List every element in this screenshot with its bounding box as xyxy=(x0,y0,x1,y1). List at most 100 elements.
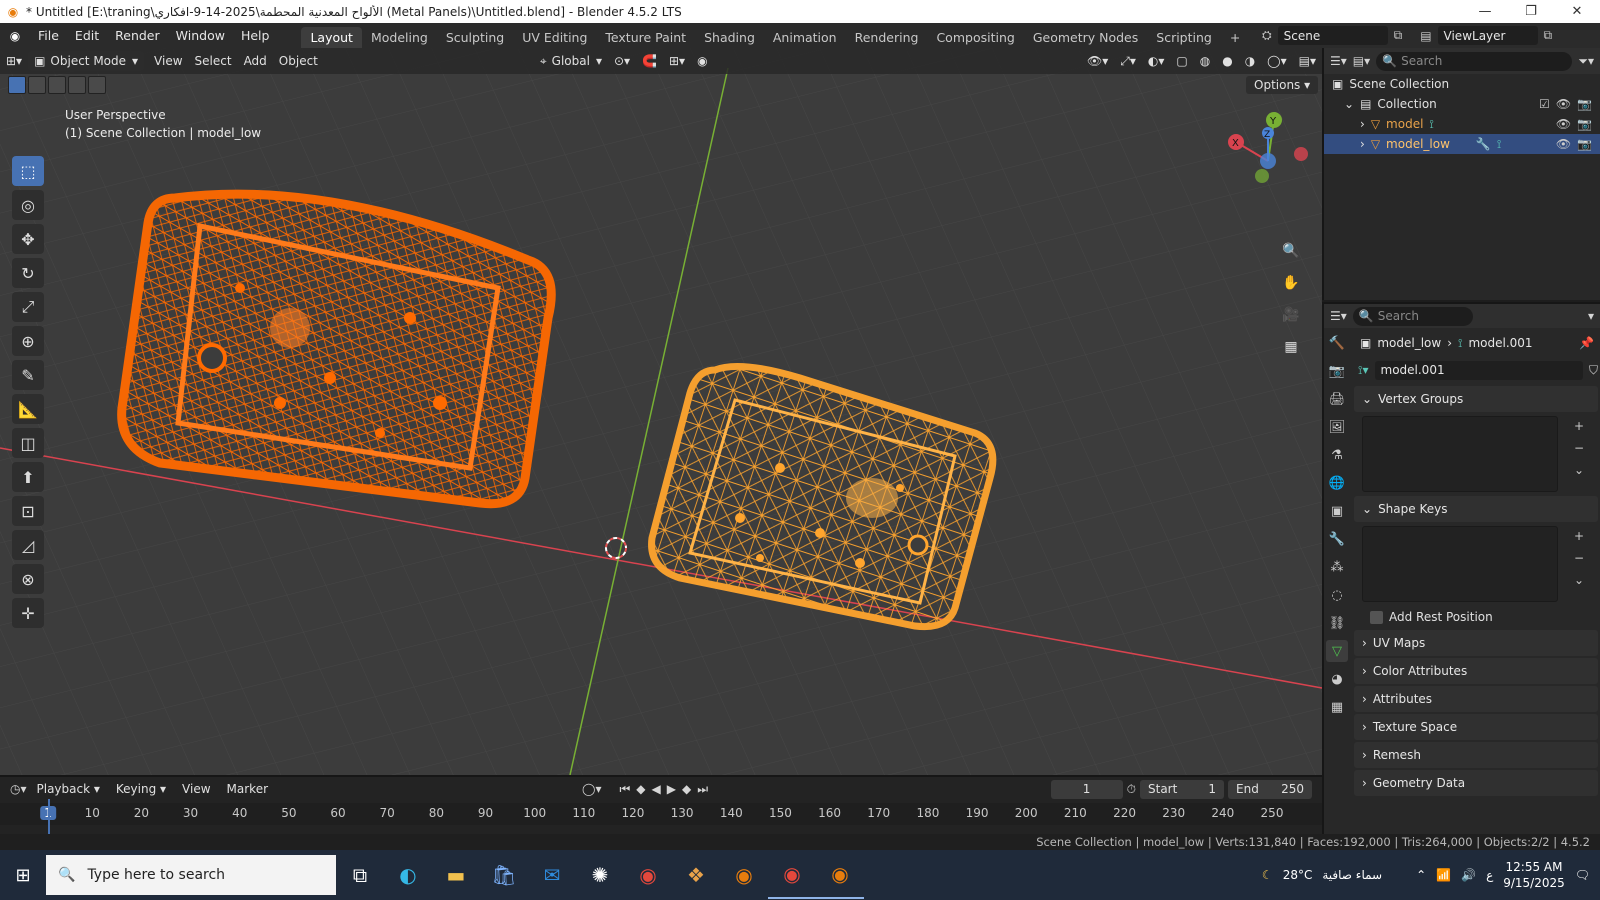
panel-texture-space[interactable]: › Texture Space xyxy=(1354,714,1598,740)
weather-moon-icon[interactable]: ☾ xyxy=(1262,868,1273,882)
jump-start-icon[interactable]: ⏮ xyxy=(619,782,636,796)
eye-icon[interactable]: 👁 xyxy=(1556,97,1571,111)
constraints-tab-icon[interactable]: ⛓ xyxy=(1326,612,1348,634)
camera-icon[interactable]: 📷 xyxy=(1577,137,1592,151)
tab-compositing[interactable]: Compositing xyxy=(927,27,1023,48)
camera-icon[interactable]: 📷 xyxy=(1577,117,1592,131)
camera-view-icon[interactable]: 🎥 xyxy=(1278,302,1304,328)
current-frame-field[interactable]: 1 xyxy=(1050,779,1123,799)
play-icon[interactable]: ▶ xyxy=(667,782,682,796)
material-tab-icon[interactable]: ◕ xyxy=(1326,668,1348,690)
gizmo-toggle-icon[interactable]: ⤢▾ xyxy=(1114,51,1142,71)
overlays-icon[interactable]: ◐▾ xyxy=(1142,51,1171,71)
spin-icon[interactable]: ⊗ xyxy=(12,564,44,594)
add-rest-position-checkbox[interactable] xyxy=(1370,610,1383,624)
show-hidden-icons-icon[interactable]: ⌃ xyxy=(1416,868,1426,882)
menu-select[interactable]: Select xyxy=(189,51,238,71)
tab-rendering[interactable]: Rendering xyxy=(846,27,928,48)
eye-icon[interactable]: 👁 xyxy=(1556,117,1571,131)
perspective-toggle-icon[interactable]: ▦ xyxy=(1278,334,1304,360)
xray-icon[interactable]: ▢ xyxy=(1170,51,1193,71)
tab-shading[interactable]: Shading xyxy=(695,27,764,48)
language-indicator[interactable]: ع xyxy=(1486,868,1493,882)
tab-scripting[interactable]: Scripting xyxy=(1147,27,1221,48)
editor-type-icon[interactable]: ⊞▾ xyxy=(0,51,28,71)
remove-icon[interactable]: − xyxy=(1569,549,1589,567)
panel-geometry-data[interactable]: › Geometry Data xyxy=(1354,770,1598,796)
outliner-editor-icon[interactable]: ☰▾ xyxy=(1330,54,1347,68)
select-invert-icon[interactable] xyxy=(68,76,86,94)
viewport-canvas[interactable]: X Y Z xyxy=(0,48,1322,775)
chatgpt-icon[interactable]: ✺ xyxy=(576,851,624,899)
tab-sculpting[interactable]: Sculpting xyxy=(437,27,513,48)
tab-layout[interactable]: Layout xyxy=(301,27,362,48)
volume-icon[interactable]: 🔊 xyxy=(1461,868,1476,882)
panel-attributes[interactable]: › Attributes xyxy=(1354,686,1598,712)
menu-add[interactable]: Add xyxy=(238,51,273,71)
transform-gizmo-icon[interactable]: ✛ xyxy=(12,598,44,628)
frame-ruler[interactable]: 1102030405060708090100110120130140150160… xyxy=(0,803,1322,825)
3d-viewport[interactable]: X Y Z ⊞▾ ▣ Object Mode ▾ View Select Add… xyxy=(0,48,1322,775)
timeline-editor-icon[interactable]: ◷▾ xyxy=(10,782,27,796)
chrome-open-icon[interactable]: ◉ xyxy=(768,851,816,899)
menu-edit[interactable]: Edit xyxy=(67,23,107,48)
modifier-tab-icon[interactable]: 🔧 xyxy=(1326,528,1348,550)
particles-tab-icon[interactable]: ⁂ xyxy=(1326,556,1348,578)
add-cube-icon[interactable]: ◫ xyxy=(12,428,44,458)
scale-icon[interactable]: ⤢ xyxy=(12,292,44,322)
fake-user-shield-icon[interactable]: ⛉ xyxy=(1589,363,1598,378)
minimize-button[interactable]: — xyxy=(1462,0,1508,23)
mode-dropdown[interactable]: ▣ Object Mode ▾ xyxy=(28,51,145,71)
object-tab-icon[interactable]: ▣ xyxy=(1326,500,1348,522)
edge-browser-icon[interactable]: ◐ xyxy=(384,851,432,899)
scene-field[interactable]: Scene xyxy=(1277,26,1388,45)
snap-icon[interactable]: 🧲 xyxy=(636,51,663,71)
sidebar-toggle-icon[interactable]: ▤▾ xyxy=(1293,51,1322,71)
shading-wireframe-icon[interactable]: ◍ xyxy=(1194,51,1216,71)
weather-desc[interactable]: سماء صافية xyxy=(1322,868,1382,882)
camera-icon[interactable]: 📷 xyxy=(1577,97,1592,111)
filter-icon[interactable]: ⏷▾ xyxy=(1578,54,1594,69)
menu-view[interactable]: View xyxy=(148,51,188,71)
select-new-icon[interactable] xyxy=(8,76,26,94)
move-icon[interactable]: ✥ xyxy=(12,224,44,254)
notifications-icon[interactable]: 🗨 xyxy=(1575,868,1590,882)
shape-keys-list[interactable]: + − ⌄ xyxy=(1362,526,1584,602)
next-keyframe-icon[interactable]: ◆ xyxy=(682,782,697,796)
shear-icon[interactable]: ◿ xyxy=(12,530,44,560)
properties-editor-icon[interactable]: ☰▾ xyxy=(1330,309,1347,323)
outliner-item-model[interactable]: › ▽ model ⟟ 👁 📷 xyxy=(1324,114,1600,134)
outliner-item-model-low[interactable]: › ▽ model_low 🔧 ⟟ 👁 📷 xyxy=(1324,134,1600,154)
outliner-search-input[interactable]: 🔍 Search xyxy=(1376,51,1573,71)
pivot-icon[interactable]: ⊙▾ xyxy=(608,51,636,71)
weather-temp[interactable]: 28°C xyxy=(1283,868,1313,882)
panel-shape-keys[interactable]: ⌄ Shape Keys xyxy=(1354,496,1598,522)
play-reverse-icon[interactable]: ◀ xyxy=(652,782,667,796)
display-mode-icon[interactable]: ▤▾ xyxy=(1353,54,1370,68)
eye-icon[interactable]: 👁 xyxy=(1556,137,1571,151)
add-rest-position-row[interactable]: Add Rest Position xyxy=(1354,606,1598,628)
view-layer-tab-icon[interactable]: 🖼 xyxy=(1326,416,1348,438)
end-frame-field[interactable]: End 250 xyxy=(1228,779,1312,799)
proportional-edit-icon[interactable]: ◉ xyxy=(691,51,713,71)
snap-target-icon[interactable]: ⊞▾ xyxy=(663,51,691,71)
collection-row[interactable]: ⌄ ▤ Collection ☑ 👁 📷 xyxy=(1324,94,1600,114)
tool-tab-icon[interactable]: 🔨 xyxy=(1326,332,1348,354)
select-extend-icon[interactable] xyxy=(28,76,46,94)
mesh-data-tab-icon[interactable]: ▽ xyxy=(1326,640,1348,662)
select-intersect-icon[interactable] xyxy=(88,76,106,94)
stopwatch-icon[interactable]: ⏱ xyxy=(1127,782,1136,797)
auto-keying-icon[interactable]: ◯▾ xyxy=(582,782,601,796)
panel-color-attributes[interactable]: › Color Attributes xyxy=(1354,658,1598,684)
outlook-icon[interactable]: ✉ xyxy=(528,851,576,899)
chevron-down-icon[interactable]: ⌄ xyxy=(1569,571,1589,589)
zoom-icon[interactable]: 🔍 xyxy=(1278,238,1304,264)
maximize-button[interactable]: ❐ xyxy=(1508,0,1554,23)
shading-material-icon[interactable]: ◑ xyxy=(1239,51,1261,71)
extrude-icon[interactable]: ⬆ xyxy=(12,462,44,492)
measure-icon[interactable]: 📐 xyxy=(12,394,44,424)
texture-tab-icon[interactable]: ▦ xyxy=(1326,696,1348,718)
scene-tab-icon[interactable]: ⚗ xyxy=(1326,444,1348,466)
clock[interactable]: 12:55 AM 9/15/2025 xyxy=(1503,859,1565,891)
network-icon[interactable]: 📶 xyxy=(1436,868,1451,882)
